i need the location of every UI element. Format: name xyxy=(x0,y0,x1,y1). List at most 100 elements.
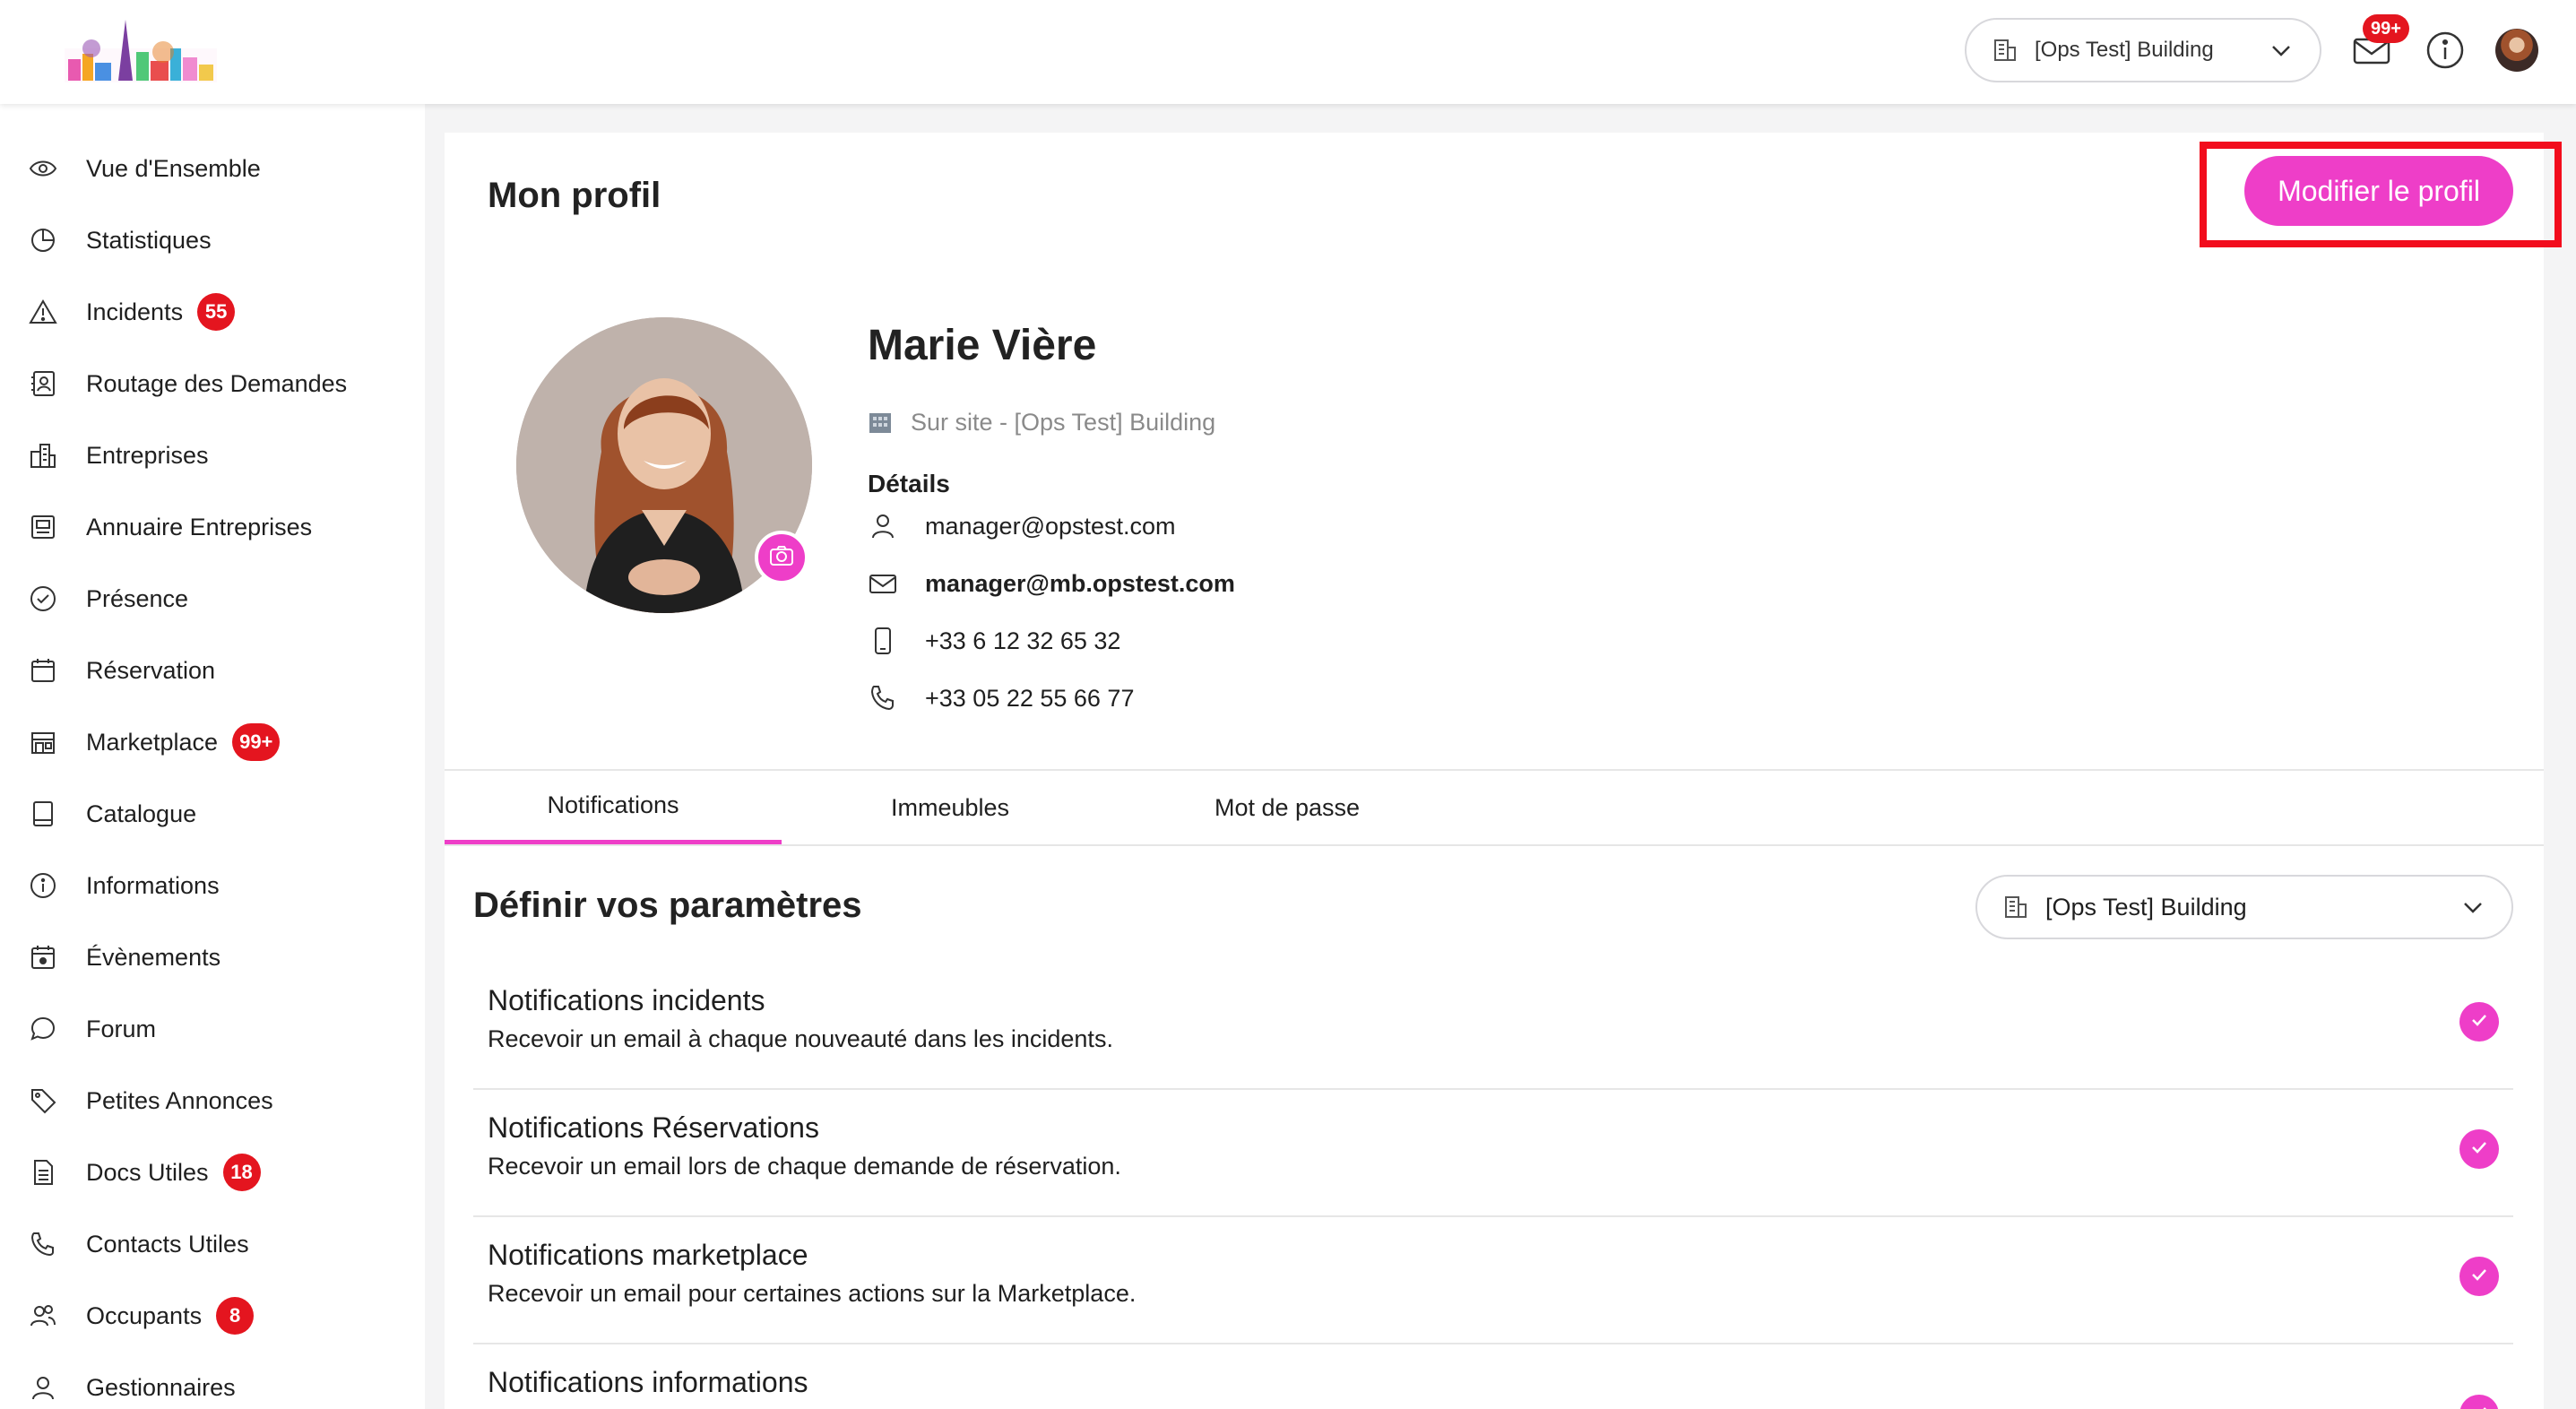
sidebar-item-occupants[interactable]: Occupants 8 xyxy=(29,1289,255,1343)
chevron-down-icon xyxy=(2459,894,2486,921)
sidebar-item-incidents[interactable]: Incidents 55 xyxy=(29,285,236,339)
check-icon xyxy=(2468,1402,2490,1409)
change-photo-button[interactable] xyxy=(755,531,808,584)
sidebar-item-events[interactable]: Évènements xyxy=(29,930,220,984)
sidebar-item-statistics[interactable]: Statistiques xyxy=(29,213,212,267)
user-icon xyxy=(29,1373,57,1402)
building-select[interactable]: [Ops Test] Building xyxy=(1965,18,2321,82)
info-icon xyxy=(29,871,57,900)
notification-description: Recevoir un email lors de chaque demande… xyxy=(488,1153,1121,1180)
notification-description: Recevoir un email à chaque nouveauté dan… xyxy=(488,1025,1113,1052)
user-icon xyxy=(868,511,898,541)
check-circle-icon xyxy=(29,584,57,613)
sidebar-item-managers[interactable]: Gestionnaires xyxy=(29,1361,236,1409)
tag-icon xyxy=(29,1086,57,1115)
mail-badge: 99+ xyxy=(2363,14,2409,43)
sidebar-item-marketplace[interactable]: Marketplace 99+ xyxy=(29,715,281,769)
mobile-row: +33 6 12 32 65 32 xyxy=(868,626,1120,656)
notification-toggle[interactable] xyxy=(2459,1257,2499,1296)
profile-card: Mon profil Modifier le profil Marie Vièr… xyxy=(445,133,2562,1409)
camera-icon xyxy=(768,542,795,574)
users-icon xyxy=(29,1301,57,1330)
notifications-building-select[interactable]: [Ops Test] Building xyxy=(1975,875,2513,939)
notification-title: Notifications Réservations xyxy=(488,1111,819,1144)
notification-toggle[interactable] xyxy=(2459,1395,2499,1409)
sidebar-item-useful-contacts[interactable]: Contacts Utiles xyxy=(29,1217,249,1271)
divider xyxy=(445,844,2544,846)
notification-title: Notifications marketplace xyxy=(488,1239,808,1271)
notification-row-incidents: Notifications incidents Recevoir un emai… xyxy=(473,963,2513,1090)
site-status: Sur site - [Ops Test] Building xyxy=(868,409,1215,437)
eye-icon xyxy=(29,154,57,183)
edit-profile-button[interactable]: Modifier le profil xyxy=(2244,156,2513,226)
sidebar: Vue d'Ensemble Statistiques Incidents 55… xyxy=(0,104,425,1409)
notification-row-marketplace: Notifications marketplace Recevoir un em… xyxy=(473,1217,2513,1344)
details-label: Détails xyxy=(868,470,950,497)
mobile-phone-icon xyxy=(868,626,898,656)
sidebar-item-informations[interactable]: Informations xyxy=(29,859,220,912)
pie-chart-icon xyxy=(29,226,57,255)
marketplace-badge: 99+ xyxy=(232,723,281,761)
phone-sos-icon xyxy=(29,1230,57,1258)
top-bar: [Ops Test] Building 99+ xyxy=(0,0,2576,104)
sidebar-item-companies[interactable]: Entreprises xyxy=(29,428,209,482)
sidebar-item-forum[interactable]: Forum xyxy=(29,1002,156,1056)
profile-name: Marie Vière xyxy=(868,322,1097,369)
building-icon xyxy=(868,411,893,436)
profile-tabs: Notifications Immeubles Mot de passe xyxy=(445,771,2544,844)
calendar-event-icon xyxy=(29,943,57,972)
notification-title: Notifications incidents xyxy=(488,984,765,1016)
document-icon xyxy=(29,1158,57,1187)
user-avatar[interactable] xyxy=(2495,29,2538,72)
site-label: Sur site - [Ops Test] Building xyxy=(911,409,1216,436)
sidebar-item-useful-docs[interactable]: Docs Utiles 18 xyxy=(29,1145,261,1199)
warning-icon xyxy=(29,298,57,326)
building-icon xyxy=(2002,894,2029,921)
tab-password[interactable]: Mot de passe xyxy=(1119,771,1456,844)
directory-icon xyxy=(29,513,57,541)
store-icon xyxy=(29,728,57,756)
contact-book-icon xyxy=(29,369,57,398)
notification-row-informations: Notifications informations xyxy=(473,1344,2513,1409)
building-icon xyxy=(1992,37,2018,64)
buildings-icon xyxy=(29,441,57,470)
check-icon xyxy=(2468,1009,2490,1035)
docs-badge: 18 xyxy=(222,1154,261,1191)
tab-notifications[interactable]: Notifications xyxy=(445,771,782,844)
notification-toggle[interactable] xyxy=(2459,1129,2499,1169)
phone-row: +33 05 22 55 66 77 xyxy=(868,683,1134,713)
page-title: Mon profil xyxy=(488,176,661,215)
notification-title: Notifications informations xyxy=(488,1366,808,1398)
username-text: manager@opstest.com xyxy=(925,512,1176,540)
sidebar-item-company-directory[interactable]: Annuaire Entreprises xyxy=(29,500,312,554)
sidebar-item-overview[interactable]: Vue d'Ensemble xyxy=(29,142,261,195)
incidents-badge: 55 xyxy=(197,293,236,331)
phone-icon xyxy=(868,683,898,713)
tab-buildings[interactable]: Immeubles xyxy=(782,771,1119,844)
book-icon xyxy=(29,800,57,828)
email-row: manager@mb.opstest.com xyxy=(868,568,1235,599)
username-row: manager@opstest.com xyxy=(868,511,1176,541)
notification-description: Recevoir un email pour certaines actions… xyxy=(488,1280,1137,1307)
check-icon xyxy=(2468,1264,2490,1290)
notification-toggle[interactable] xyxy=(2459,1002,2499,1042)
sidebar-item-presence[interactable]: Présence xyxy=(29,572,188,626)
info-icon[interactable] xyxy=(2424,29,2467,72)
occupants-badge: 8 xyxy=(216,1297,255,1335)
section-title: Définir vos paramètres xyxy=(473,886,862,925)
email-text[interactable]: manager@mb.opstest.com xyxy=(925,570,1235,598)
mobile-text: +33 6 12 32 65 32 xyxy=(925,627,1121,654)
calendar-icon xyxy=(29,656,57,685)
building-select-label: [Ops Test] Building xyxy=(2035,38,2214,62)
sidebar-item-request-routing[interactable]: Routage des Demandes xyxy=(29,357,347,411)
paris-skyline-logo[interactable] xyxy=(56,13,226,93)
mail-icon xyxy=(868,568,898,599)
chat-bubble-icon xyxy=(29,1015,57,1043)
chevron-down-icon xyxy=(2268,37,2295,64)
sidebar-item-reservation[interactable]: Réservation xyxy=(29,644,215,697)
sidebar-item-classified-ads[interactable]: Petites Annonces xyxy=(29,1074,273,1128)
phone-text: +33 05 22 55 66 77 xyxy=(925,684,1135,712)
sidebar-item-catalogue[interactable]: Catalogue xyxy=(29,787,196,841)
building-select-label: [Ops Test] Building xyxy=(2045,893,2247,921)
check-icon xyxy=(2468,1137,2490,1163)
